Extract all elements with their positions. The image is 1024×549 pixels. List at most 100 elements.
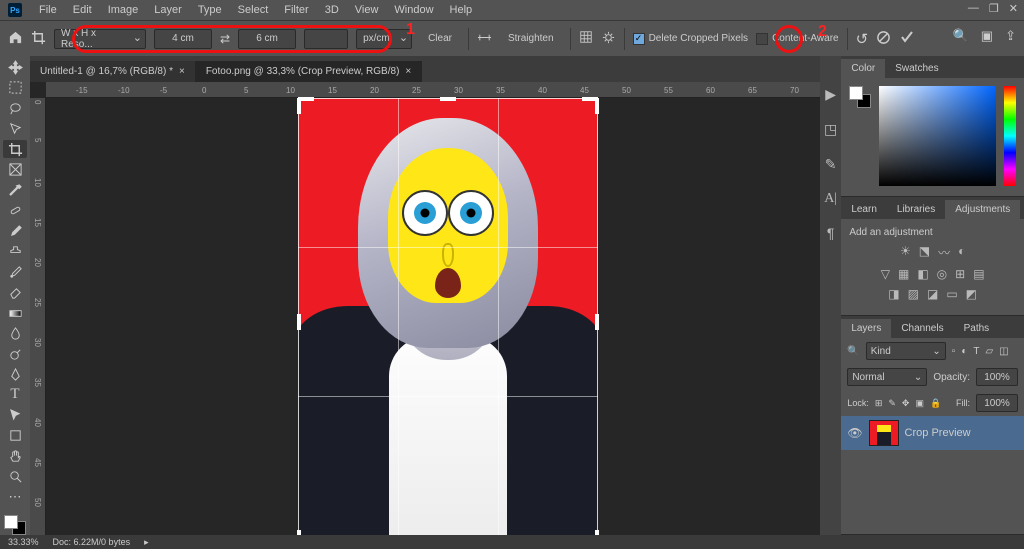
adj-mixer-icon[interactable]: ⊞ [955,267,965,281]
tab-channels[interactable]: Channels [891,319,953,338]
filter-smart-icon[interactable]: ◫ [999,346,1008,357]
adj-levels-icon[interactable]: ⬔ [919,244,930,261]
adj-brightness-icon[interactable]: ☀ [900,244,911,261]
ratio-preset-dropdown[interactable]: W x H x Reso... [54,29,146,49]
window-close[interactable]: ✕ [1009,2,1018,15]
crop-settings-icon[interactable] [601,30,616,48]
straighten-icon[interactable] [477,30,492,48]
paragraph-icon[interactable]: ¶ [827,225,835,241]
adj-vibrance-icon[interactable]: ▽ [881,267,890,281]
workspace-icon[interactable]: ▣ [981,28,993,44]
doc-size[interactable]: Doc: 6.22M/0 bytes [53,537,131,547]
tool-pen[interactable] [3,365,27,383]
adj-invert-icon[interactable]: ◨ [888,287,899,301]
tool-frame[interactable] [3,160,27,178]
home-icon[interactable] [8,30,23,48]
adj-bw-icon[interactable]: ◧ [917,267,928,281]
tab-color[interactable]: Color [841,59,885,78]
tool-type[interactable]: T [3,386,27,404]
menu-edit[interactable]: Edit [66,4,99,16]
overlay-options-icon[interactable] [579,30,593,47]
close-tab-icon[interactable]: × [405,66,411,77]
tab-swatches[interactable]: Swatches [885,59,948,78]
tool-lasso[interactable] [3,99,27,117]
lock-all-icon[interactable]: 🔒 [930,398,941,409]
play-icon[interactable]: ▶ [825,86,836,103]
zoom-level[interactable]: 33.33% [8,537,39,547]
tab-adjustments[interactable]: Adjustments [945,200,1020,219]
tool-marquee[interactable] [3,78,27,96]
cancel-crop-icon[interactable] [876,30,891,48]
share-icon[interactable]: ⇪ [1005,28,1016,44]
tool-blur[interactable] [3,324,27,342]
clear-button[interactable]: Clear [420,31,460,46]
adj-posterize-icon[interactable]: ▨ [908,287,919,301]
resolution-unit-dropdown[interactable]: px/cm [356,29,412,49]
window-restore[interactable]: ❐ [989,2,999,15]
close-tab-icon[interactable]: × [179,66,185,77]
menu-3d[interactable]: 3D [318,4,346,16]
crop-tool-icon[interactable] [31,30,46,48]
status-arrow-icon[interactable]: ▸ [144,537,149,548]
lock-pixels-icon[interactable]: ✎ [888,398,896,409]
hue-slider[interactable] [1004,86,1016,186]
tab-layers[interactable]: Layers [841,319,891,338]
menu-type[interactable]: Type [191,4,229,16]
crop-height-input[interactable] [238,29,296,49]
filter-type-icon[interactable]: T [973,346,979,357]
blend-mode-dropdown[interactable]: Normal [847,368,927,386]
menu-view[interactable]: View [348,4,386,16]
tool-clone[interactable] [3,242,27,260]
lock-transparency-icon[interactable]: ⊞ [875,398,883,409]
crop-width-input[interactable] [154,29,212,49]
lock-artboard-icon[interactable]: ▣ [915,398,924,409]
tab-paths[interactable]: Paths [954,319,1000,338]
menu-filter[interactable]: Filter [277,4,315,16]
tab-learn[interactable]: Learn [841,200,887,219]
tool-zoom[interactable] [3,468,27,486]
delete-cropped-checkbox[interactable]: ✓Delete Cropped Pixels [633,33,749,45]
color-swatch[interactable] [849,86,871,108]
tool-crop[interactable] [3,140,27,158]
layer-filter-dropdown[interactable]: Kind [866,342,946,360]
tool-eraser[interactable] [3,283,27,301]
menu-window[interactable]: Window [387,4,440,16]
history-icon[interactable]: ◳ [824,121,837,138]
menu-help[interactable]: Help [443,4,480,16]
menu-image[interactable]: Image [101,4,146,16]
tool-shape[interactable] [3,427,27,445]
tool-eyedropper[interactable] [3,181,27,199]
reset-crop-icon[interactable]: ↺ [856,30,869,48]
ruler-vertical[interactable]: 0510152025303540455055 [30,98,46,535]
canvas[interactable] [298,98,598,546]
layer-thumbnail[interactable] [869,420,899,446]
straighten-button[interactable]: Straighten [500,31,562,46]
tool-edit-toolbar[interactable]: ⋯ [3,488,27,506]
adj-photo-filter-icon[interactable]: ◎ [937,267,947,281]
adj-gradient-map-icon[interactable]: ▭ [946,287,957,301]
adj-hue-icon[interactable]: ▦ [898,267,909,281]
tool-brush[interactable] [3,222,27,240]
tab-untitled[interactable]: Untitled-1 @ 16,7% (RGB/8) *× [30,61,196,82]
adj-lookup-icon[interactable]: ▤ [973,267,984,281]
menu-select[interactable]: Select [231,4,276,16]
adj-selective-icon[interactable]: ◩ [966,287,977,301]
character-icon[interactable]: A| [824,191,837,207]
layer-name[interactable]: Crop Preview [905,427,971,439]
tool-path-select[interactable] [3,406,27,424]
search-icon[interactable]: 🔍 [953,28,969,44]
brushes-icon[interactable]: ✎ [825,156,837,173]
swap-dimensions-icon[interactable]: ⇄ [220,32,230,46]
filter-adj-icon[interactable]: ◐ [961,346,967,357]
layer-visibility-icon[interactable]: 👁 [847,426,862,440]
lock-position-icon[interactable]: ✥ [902,398,910,409]
adj-threshold-icon[interactable]: ◪ [927,287,938,301]
commit-crop-icon[interactable] [899,29,915,48]
ruler-horizontal[interactable]: -15-10-50510152025303540455055606570 [46,82,820,98]
window-minimize[interactable]: — [968,2,979,15]
adj-curves-icon[interactable]: 〰 [938,244,950,261]
tab-fotoo[interactable]: Fotoo.png @ 33,3% (Crop Preview, RGB/8)× [196,61,422,82]
foreground-background-swatch[interactable] [4,515,26,535]
tool-quick-select[interactable] [3,119,27,137]
menu-file[interactable]: File [32,4,64,16]
